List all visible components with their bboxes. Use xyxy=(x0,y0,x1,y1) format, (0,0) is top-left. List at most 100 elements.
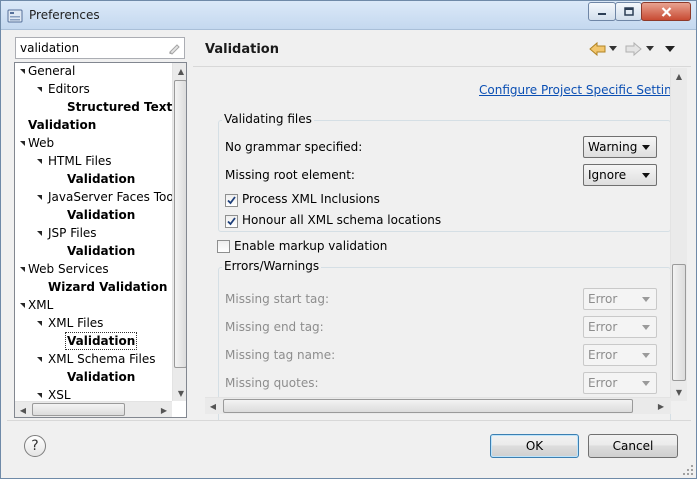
tree-item-label: JSP Files xyxy=(48,226,97,240)
no-grammar-select[interactable]: Warning xyxy=(583,136,657,158)
back-dropdown-icon[interactable] xyxy=(609,46,617,52)
error-setting-select-value: Error xyxy=(588,320,618,334)
expanded-triangle-icon[interactable] xyxy=(20,69,25,74)
cancel-button[interactable]: Cancel xyxy=(588,434,678,458)
tree-horizontal-scrollbar[interactable]: ◀ ▶ xyxy=(15,401,172,417)
scroll-right-arrow-icon[interactable]: ▶ xyxy=(156,402,172,417)
tree-item-label: XML xyxy=(28,298,54,312)
configure-project-settings-link[interactable]: Configure Project Specific Settings... xyxy=(479,83,671,97)
page-vscroll-thumb[interactable] xyxy=(672,264,686,381)
expanded-triangle-icon[interactable] xyxy=(37,393,42,398)
honour-schema-locations-checkbox[interactable] xyxy=(225,215,238,228)
tree-item[interactable]: Validation xyxy=(15,206,172,224)
filter-search-input[interactable]: validation xyxy=(15,37,185,59)
tree-item[interactable]: Wizard Validation xyxy=(15,278,172,296)
tree-item[interactable]: JSP Files xyxy=(15,224,172,242)
expanded-triangle-icon[interactable] xyxy=(20,303,25,308)
tree-item-label: HTML Files xyxy=(48,154,112,168)
tree-item[interactable]: Validation xyxy=(15,116,172,134)
scroll-down-arrow-icon[interactable]: ▼ xyxy=(173,385,186,401)
tree-item[interactable]: Web Services xyxy=(15,260,172,278)
scroll-right-arrow-icon[interactable]: ▶ xyxy=(653,398,669,414)
tree-item[interactable]: XML Schema Files xyxy=(15,350,172,368)
minimize-button[interactable] xyxy=(588,2,616,21)
tree-item-label: Web xyxy=(28,136,55,150)
tree-item[interactable]: JavaServer Faces Tools xyxy=(15,188,173,206)
tree-item[interactable]: HTML Files xyxy=(15,152,172,170)
honour-schema-locations-label[interactable]: Honour all XML schema locations xyxy=(242,213,441,227)
scroll-up-arrow-icon[interactable]: ▲ xyxy=(671,68,687,84)
enable-markup-validation-label[interactable]: Enable markup validation xyxy=(234,239,387,253)
minimize-icon xyxy=(598,12,606,15)
page-hscroll-thumb[interactable] xyxy=(223,399,633,413)
missing-root-label: Missing root element: xyxy=(225,168,355,182)
clear-filter-icon[interactable] xyxy=(167,41,181,55)
expanded-triangle-icon[interactable] xyxy=(20,267,25,272)
tree-hscroll-thumb[interactable] xyxy=(32,403,125,416)
error-setting-select[interactable]: Error xyxy=(583,372,657,394)
view-menu-icon[interactable] xyxy=(665,46,675,53)
scroll-left-arrow-icon[interactable]: ◀ xyxy=(205,398,221,414)
close-icon xyxy=(661,6,671,17)
button-bar-separator xyxy=(7,420,691,421)
errors-warnings-group-label: Errors/Warnings xyxy=(222,259,322,273)
expanded-triangle-icon[interactable] xyxy=(37,159,42,164)
expanded-triangle-icon[interactable] xyxy=(37,87,42,92)
ok-button[interactable]: OK xyxy=(490,434,579,458)
back-arrow-icon[interactable] xyxy=(589,41,607,57)
forward-arrow-icon[interactable] xyxy=(624,41,642,57)
tree-item-label: JavaServer Faces Tools xyxy=(48,190,173,204)
tree-item[interactable]: Validation xyxy=(15,368,172,386)
tree-item[interactable]: General xyxy=(15,63,172,80)
expanded-triangle-icon[interactable] xyxy=(37,321,42,326)
expanded-triangle-icon[interactable] xyxy=(20,141,25,146)
history-navigation xyxy=(589,41,685,59)
preferences-window: Preferences validation General Editors Str… xyxy=(0,0,697,479)
tree-item-label: Validation xyxy=(67,244,136,258)
chevron-down-icon xyxy=(642,325,650,330)
close-button[interactable] xyxy=(641,2,691,21)
scroll-left-arrow-icon[interactable]: ◀ xyxy=(15,402,31,417)
maximize-button[interactable] xyxy=(615,2,642,21)
tree-item[interactable]: Validation xyxy=(15,242,172,260)
scroll-down-arrow-icon[interactable]: ▼ xyxy=(671,384,687,400)
help-button[interactable]: ? xyxy=(24,435,46,457)
window-title: Preferences xyxy=(29,8,100,22)
process-xml-inclusions-checkbox[interactable] xyxy=(225,194,238,207)
process-xml-inclusions-label[interactable]: Process XML Inclusions xyxy=(242,192,380,206)
preferences-app-icon xyxy=(7,9,23,23)
page-vertical-scrollbar[interactable]: ▲ ▼ xyxy=(670,68,687,401)
chevron-down-icon xyxy=(642,145,650,150)
tree-item[interactable]: Structured Text xyxy=(15,98,172,116)
error-setting-select[interactable]: Error xyxy=(583,344,657,366)
filter-search-value: validation xyxy=(20,41,80,55)
tree-item[interactable]: Validation xyxy=(15,170,172,188)
expanded-triangle-icon[interactable] xyxy=(37,195,42,200)
tree-vertical-scrollbar[interactable]: ▲ ▼ xyxy=(172,63,186,401)
scroll-up-arrow-icon[interactable]: ▲ xyxy=(173,63,186,79)
enable-markup-validation-checkbox[interactable] xyxy=(217,240,230,253)
tree-item[interactable]: Editors xyxy=(15,80,172,98)
tree-items: General Editors Structured Text Validation W… xyxy=(15,63,173,403)
resize-grip-icon[interactable] xyxy=(682,464,694,476)
missing-root-select[interactable]: Ignore xyxy=(583,164,657,186)
expanded-triangle-icon[interactable] xyxy=(37,231,42,236)
tree-item-label: Validation xyxy=(67,172,136,186)
page-horizontal-scrollbar[interactable]: ◀ ▶ xyxy=(205,397,671,414)
expanded-triangle-icon[interactable] xyxy=(37,357,42,362)
maximize-icon xyxy=(623,7,634,16)
tree-item-label: Editors xyxy=(48,82,90,96)
forward-dropdown-icon[interactable] xyxy=(646,46,654,52)
tree-item[interactable]: XML Files xyxy=(15,314,172,332)
preference-tree[interactable]: General Editors Structured Text Validation W… xyxy=(14,62,187,418)
tree-item[interactable]: Validation xyxy=(15,332,172,350)
tree-vscroll-thumb[interactable] xyxy=(174,80,186,368)
no-grammar-label: No grammar specified: xyxy=(225,140,363,154)
error-setting-select-value: Error xyxy=(588,292,618,306)
error-setting-select[interactable]: Error xyxy=(583,288,657,310)
tree-item[interactable]: Web xyxy=(15,134,172,152)
tree-item-label: Web Services xyxy=(28,262,109,276)
error-setting-select[interactable]: Error xyxy=(583,316,657,338)
tree-item[interactable]: XML xyxy=(15,296,172,314)
page-title: Validation xyxy=(205,42,279,57)
